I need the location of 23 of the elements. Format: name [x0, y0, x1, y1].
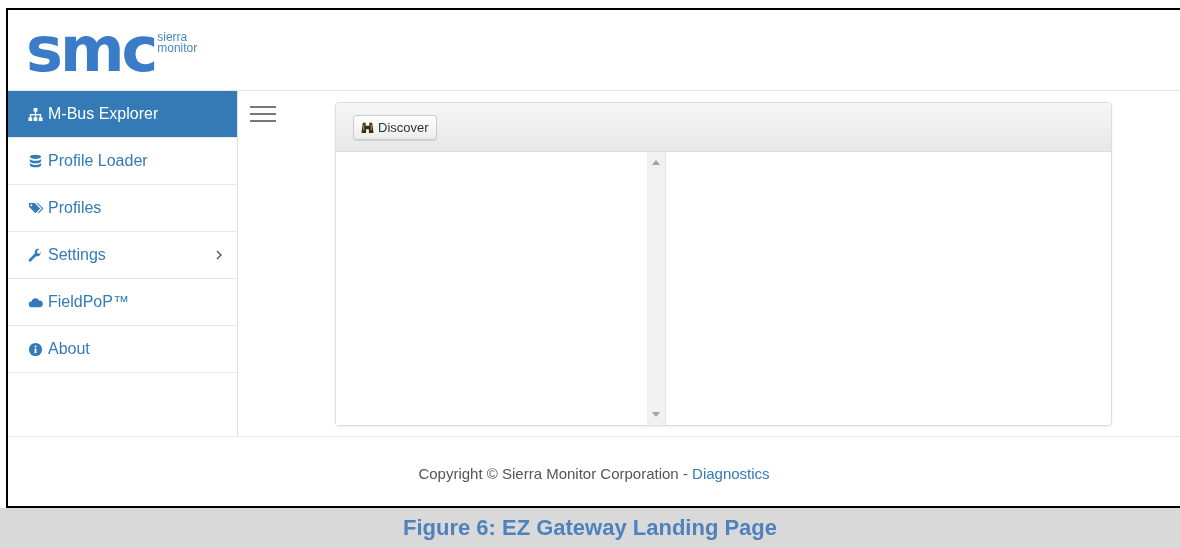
- sidebar-item[interactable]: Profile Loader: [8, 138, 237, 185]
- logo-mark: smc: [26, 19, 156, 81]
- logo-tagline: sierra: [157, 32, 188, 43]
- discover-button[interactable]: Discover: [353, 114, 437, 140]
- tags-icon: [28, 200, 43, 216]
- figure-caption: Figure 6: EZ Gateway Landing Page: [0, 508, 1180, 548]
- binoculars-icon: [361, 120, 374, 134]
- copyright-text: Copyright © Sierra Monitor Corporation -: [418, 465, 689, 482]
- menu-icon[interactable]: [250, 105, 276, 123]
- sidebar-item[interactable]: Settings: [8, 232, 237, 279]
- logo-tagline: monitor: [157, 43, 198, 54]
- sidebar-item[interactable]: FieldPoP™: [8, 279, 237, 326]
- diagnostics-link[interactable]: Diagnostics: [692, 465, 770, 482]
- scrollbar[interactable]: [647, 152, 665, 425]
- sidebar-item[interactable]: M-Bus Explorer: [8, 91, 237, 138]
- sidebar-item[interactable]: Profiles: [8, 185, 237, 232]
- sitemap-icon: [28, 106, 43, 122]
- database-icon: [28, 153, 43, 169]
- info-icon: [28, 341, 43, 357]
- sidebar-item[interactable]: About: [8, 326, 237, 373]
- wrench-icon: [28, 247, 43, 263]
- down-arrow-icon[interactable]: [652, 412, 660, 417]
- up-arrow-icon[interactable]: [652, 160, 660, 165]
